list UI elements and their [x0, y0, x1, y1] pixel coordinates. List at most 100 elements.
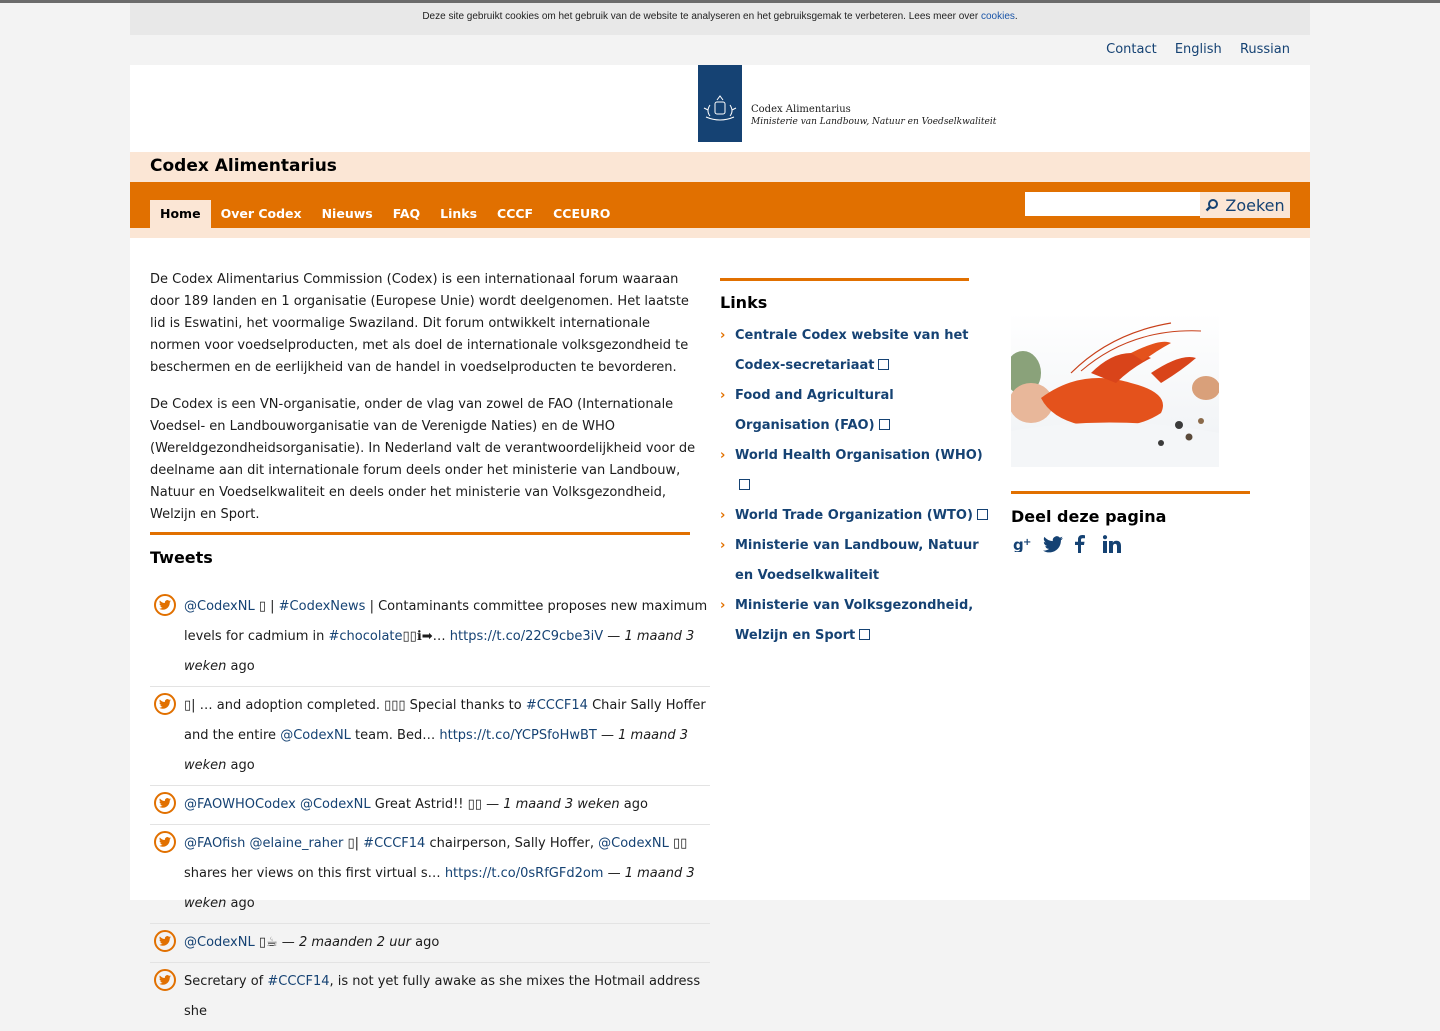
lobster-photo: [1011, 313, 1219, 467]
tweet-mention[interactable]: @FAOfish: [184, 836, 245, 851]
search-button-label: Zoeken: [1225, 195, 1285, 215]
tweet-mention[interactable]: @CodexNL: [300, 797, 371, 812]
tweet-fragment: chairperson, Sally Hoffer,: [425, 836, 599, 851]
tweet-text: @FAOWHOCodex @CodexNL Great Astrid!! ▯▯ …: [184, 790, 648, 820]
tweet-item: @CodexNL ▯ | #CodexNews | Contaminants c…: [150, 588, 710, 687]
chevron-right-icon: ›: [720, 448, 726, 463]
chevron-right-icon: ›: [720, 388, 726, 403]
tweet-text: @FAOfish @elaine_raher ▯| #CCCF14 chairp…: [184, 829, 710, 919]
tweet-fragment: team. Bed…: [350, 728, 440, 743]
tweet-mention[interactable]: @FAOWHOCodex: [184, 797, 296, 812]
government-logo[interactable]: [698, 65, 742, 142]
logo-ministry: Ministerie van Landbouw, Natuur en Voeds…: [751, 117, 997, 127]
utility-bar: Contact English Russian: [130, 35, 1310, 65]
tweet-fragment: —: [596, 728, 619, 743]
twitter-icon[interactable]: [1043, 532, 1073, 556]
chevron-right-icon: ›: [720, 328, 726, 343]
nav-item-faq[interactable]: FAQ: [383, 200, 430, 228]
cookie-end: .: [1014, 11, 1018, 22]
tweet-fragment: ▯| … and adoption completed. ▯▯▯ Special…: [184, 698, 526, 713]
tweet-text: ▯| … and adoption completed. ▯▯▯ Special…: [184, 691, 710, 781]
search-button[interactable]: Zoeken: [1200, 192, 1290, 218]
nav-item-home[interactable]: Home: [150, 200, 211, 230]
tweet-hashtag[interactable]: #CCCF14: [526, 698, 588, 713]
tweet-hashtag[interactable]: #CCCF14: [363, 836, 425, 851]
cookie-bar: Deze site gebruikt cookies om het gebrui…: [130, 3, 1310, 35]
tweet-item: @CodexNL ▯☕ — 2 maanden 2 uur ago: [150, 924, 710, 963]
tweet-ago: ago: [226, 896, 255, 911]
tweet-time: 2 maanden 2 uur: [298, 935, 412, 950]
tweet-mention[interactable]: @CodexNL: [598, 836, 669, 851]
cookies-link[interactable]: cookies: [981, 11, 1015, 22]
nav-item-over-codex[interactable]: Over Codex: [211, 200, 312, 228]
nav-item-cccf[interactable]: CCCF: [487, 200, 543, 228]
tweet-mention[interactable]: @CodexNL: [184, 935, 255, 950]
twitter-icon: [154, 930, 176, 952]
link-label: World Trade Organization (WTO): [735, 508, 973, 523]
tweet-hashtag[interactable]: #chocolate: [329, 629, 403, 644]
tweet-ago: ago: [226, 758, 255, 773]
external-link-icon: [878, 419, 890, 430]
tweets-heading: Tweets: [150, 548, 213, 567]
search-icon: [1206, 199, 1219, 212]
tweet-fragment: ▯ |: [254, 599, 279, 614]
twitter-icon: [154, 594, 176, 616]
link-label: Ministerie van Volksgezondheid, Welzijn …: [735, 598, 974, 643]
external-link-icon: [878, 359, 890, 370]
tweet-text: Secretary of #CCCF14, is not yet fully a…: [184, 967, 710, 1027]
linkedin-icon[interactable]: [1103, 532, 1133, 556]
tweet-text: @CodexNL ▯ | #CodexNews | Contaminants c…: [184, 592, 710, 682]
chevron-right-icon: ›: [720, 598, 726, 613]
english-link[interactable]: English: [1175, 42, 1222, 57]
tweet-ago: ago: [411, 935, 440, 950]
tweet-hashtag[interactable]: #CodexNews: [279, 599, 366, 614]
main-nav: Home Over Codex Nieuws FAQ Links CCCF CC…: [130, 182, 1310, 230]
coat-of-arms-icon: [703, 95, 737, 121]
tweet-ago: ago: [226, 659, 255, 674]
external-link-icon: [976, 509, 988, 520]
link-label: Ministerie van Landbouw, Natuur en Voeds…: [735, 538, 979, 583]
twitter-icon: [154, 693, 176, 715]
tweet-item: ▯| … and adoption completed. ▯▯▯ Special…: [150, 687, 710, 786]
tweet-text: @CodexNL ▯☕ — 2 maanden 2 uur ago: [184, 928, 439, 958]
logo-text: Codex Alimentarius Ministerie van Landbo…: [751, 104, 996, 127]
link-label: World Health Organisation (WHO): [735, 448, 983, 463]
tweet-url[interactable]: https://t.co/YCPSfoHwBT: [439, 728, 597, 743]
tweets-rule: [150, 532, 690, 535]
tweet-hashtag[interactable]: #CCCF14: [267, 974, 329, 989]
link-item[interactable]: › Ministerie van Volksgezondheid, Welzijn…: [720, 591, 990, 651]
intro-paragraph-1: De Codex Alimentarius Commission (Codex)…: [150, 272, 689, 375]
share-rule: [1011, 491, 1250, 494]
chevron-right-icon: ›: [720, 538, 726, 553]
tweet-url[interactable]: https://t.co/22C9cbe3iV: [450, 629, 603, 644]
nav-item-cceuro[interactable]: CCEURO: [543, 200, 620, 228]
logo-title: Codex Alimentarius: [751, 104, 851, 115]
russian-link[interactable]: Russian: [1240, 42, 1290, 57]
tweet-fragment: —: [603, 629, 625, 644]
intro-paragraph-2: De Codex is een VN-organisatie, onder de…: [150, 397, 696, 522]
tweet-mention[interactable]: @CodexNL: [280, 728, 351, 743]
link-item[interactable]: › World Trade Organization (WTO): [720, 501, 990, 531]
facebook-icon[interactable]: [1073, 532, 1103, 556]
tweet-mention[interactable]: @CodexNL: [184, 599, 255, 614]
link-item[interactable]: › Food and Agricultural Organisation (FAO…: [720, 381, 990, 441]
external-link-icon: [859, 629, 871, 640]
tweet-mention[interactable]: @elaine_raher: [250, 836, 344, 851]
nav-items: Home Over Codex Nieuws FAQ Links CCCF CC…: [150, 200, 620, 230]
nav-item-links[interactable]: Links: [430, 200, 487, 228]
link-item[interactable]: › Centrale Codex website van het Codex-se…: [720, 321, 990, 381]
site-title[interactable]: Codex Alimentarius: [150, 156, 337, 176]
link-item[interactable]: › World Health Organisation (WHO): [720, 441, 990, 501]
search-input[interactable]: [1025, 192, 1207, 216]
chevron-right-icon: ›: [720, 508, 726, 523]
link-item[interactable]: › Ministerie van Landbouw, Natuur en Voed…: [720, 531, 990, 591]
tweet-fragment: ▯|: [343, 836, 364, 851]
google-plus-icon[interactable]: g +: [1013, 532, 1043, 556]
twitter-icon: [154, 831, 176, 853]
tweet-fragment: Secretary of: [184, 974, 268, 989]
intro-text: De Codex Alimentarius Commission (Codex)…: [150, 269, 700, 541]
tweet-url[interactable]: https://t.co/0sRfGFd2om: [445, 866, 604, 881]
contact-link[interactable]: Contact: [1106, 42, 1157, 57]
nav-item-nieuws[interactable]: Nieuws: [312, 200, 383, 228]
tweet-item: @FAOfish @elaine_raher ▯| #CCCF14 chairp…: [150, 825, 710, 924]
